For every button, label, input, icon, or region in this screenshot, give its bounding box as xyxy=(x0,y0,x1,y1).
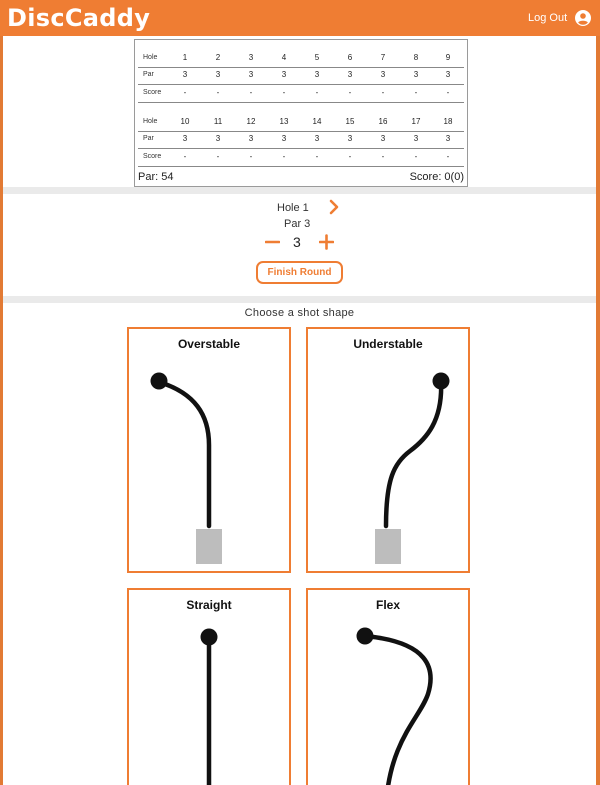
scorecard-cell: 2 xyxy=(215,53,221,62)
scorecard-cell: 3 xyxy=(413,70,419,79)
scorecard-cell: - xyxy=(446,88,450,97)
section-divider xyxy=(3,187,596,194)
scorecard-cell: 18 xyxy=(443,117,453,126)
scorecard: Hole 1 2 3 4 5 6 7 8 9 Par 3 3 3 3 3 3 3 3 3 Score - - - - - - - - - H… xyxy=(134,39,468,187)
scorecard-cell: 3 xyxy=(248,53,254,62)
scorecard-cell: 3 xyxy=(182,134,188,143)
scorecard-totals: Par: 54 Score: 0(0) xyxy=(138,169,464,185)
minus-icon[interactable] xyxy=(265,234,280,250)
scorecard-cell: 3 xyxy=(445,134,451,143)
tee-pad xyxy=(375,529,401,564)
shot-card-understable[interactable]: Understable xyxy=(306,327,470,573)
scorecard-cell: - xyxy=(282,88,286,97)
scorecard-cell: 3 xyxy=(314,70,320,79)
shot-card-flex[interactable]: Flex xyxy=(306,588,470,785)
scorecard-cell: 9 xyxy=(445,53,451,62)
scorecard-cell: - xyxy=(282,152,286,161)
scorecard-cell: 5 xyxy=(314,53,320,62)
scorecard-cell: 11 xyxy=(213,117,223,126)
section-divider xyxy=(3,296,596,303)
scorecard-cell: 3 xyxy=(347,70,353,79)
scorecard-cell: 14 xyxy=(312,117,322,126)
scorecard-cell: - xyxy=(348,152,352,161)
scorecard-cell: 12 xyxy=(246,117,256,126)
scorecard-cell: 3 xyxy=(314,134,320,143)
par-total: Par: 54 xyxy=(138,171,174,183)
scorecard-hole-row: Hole 1 2 3 4 5 6 7 8 9 xyxy=(138,50,464,68)
scorecard-score-row: Score - - - - - - - - - xyxy=(138,149,464,167)
scorecard-cell: - xyxy=(216,88,220,97)
scorecard-row-label: Hole xyxy=(143,54,158,61)
current-par-label: Par 3 xyxy=(284,218,311,230)
scorecard-cell: 3 xyxy=(215,134,221,143)
scorecard-cell: - xyxy=(216,152,220,161)
scorecard-cell: 3 xyxy=(182,70,188,79)
current-hole-label: Hole 1 xyxy=(277,202,309,214)
logout-link[interactable]: Log Out xyxy=(528,12,567,24)
flex-flight-path xyxy=(356,627,433,785)
scorecard-cell: 8 xyxy=(413,53,419,62)
score-total: Score: 0(0) xyxy=(409,171,464,183)
scorecard-cell: 6 xyxy=(347,53,353,62)
scorecard-cell: - xyxy=(249,152,253,161)
shot-card-straight[interactable]: Straight xyxy=(127,588,291,785)
plus-icon[interactable] xyxy=(319,234,334,250)
scorecard-cell: 10 xyxy=(180,117,190,126)
main-content: Hole 1 2 3 4 5 6 7 8 9 Par 3 3 3 3 3 3 3 3 3 Score - - - - - - - - - H… xyxy=(3,36,596,785)
scorecard-row-label: Score xyxy=(143,89,162,96)
scorecard-cell: - xyxy=(249,88,253,97)
scorecard-row-label: Par xyxy=(143,71,154,78)
scorecard-row-label: Score xyxy=(143,153,162,160)
scorecard-cell: - xyxy=(315,88,319,97)
scorecard-cell: 1 xyxy=(182,53,188,62)
scorecard-cell: 13 xyxy=(279,117,289,126)
scorecard-cell: - xyxy=(446,152,450,161)
scorecard-cell: 15 xyxy=(345,117,355,126)
shot-card-overstable[interactable]: Overstable xyxy=(127,327,291,573)
scorecard-cell: 3 xyxy=(413,134,419,143)
account-circle-icon[interactable] xyxy=(575,10,591,26)
scorecard-par-row: Par 3 3 3 3 3 3 3 3 3 xyxy=(138,131,464,149)
finish-round-button[interactable]: Finish Round xyxy=(256,261,343,284)
scorecard-row-label: Par xyxy=(143,135,154,142)
scorecard-cell: - xyxy=(183,152,187,161)
understable-flight-path xyxy=(375,372,450,564)
scorecard-cell: 3 xyxy=(347,134,353,143)
scorecard-cell: 16 xyxy=(378,117,388,126)
hole-score-value: 3 xyxy=(293,234,301,250)
scorecard-cell: - xyxy=(414,88,418,97)
app: DiscCaddy Log Out Hole 1 2 3 4 5 6 7 8 9 Par 3 3 3 3 3 3… xyxy=(0,0,600,785)
overstable-flight-path xyxy=(150,372,222,564)
scorecard-cell: - xyxy=(414,152,418,161)
scorecard-row-label: Hole xyxy=(143,118,158,125)
scorecard-cell: 3 xyxy=(248,134,254,143)
shot-shape-heading: Choose a shot shape xyxy=(244,307,355,319)
app-logo[interactable]: DiscCaddy xyxy=(7,4,150,32)
scorecard-score-row: Score - - - - - - - - - xyxy=(138,85,464,103)
scorecard-cell: - xyxy=(381,88,385,97)
scorecard-hole-row: Hole 10 11 12 13 14 15 16 17 18 xyxy=(138,114,464,132)
scorecard-cell: 3 xyxy=(215,70,221,79)
straight-flight-path xyxy=(200,628,218,785)
tee-pad xyxy=(196,529,222,564)
scorecard-cell: - xyxy=(315,152,319,161)
scorecard-cell: 17 xyxy=(411,117,421,126)
scorecard-cell: 3 xyxy=(380,134,386,143)
scorecard-cell: 3 xyxy=(281,70,287,79)
scorecard-cell: 7 xyxy=(380,53,386,62)
scorecard-cell: 3 xyxy=(248,70,254,79)
scorecard-cell: - xyxy=(381,152,385,161)
chevron-right-icon[interactable] xyxy=(328,199,340,215)
scorecard-cell: 3 xyxy=(380,70,386,79)
scorecard-cell: 3 xyxy=(445,70,451,79)
scorecard-cell: - xyxy=(183,88,187,97)
header: DiscCaddy Log Out xyxy=(0,0,600,36)
scorecard-cell: - xyxy=(348,88,352,97)
scorecard-par-row: Par 3 3 3 3 3 3 3 3 3 xyxy=(138,67,464,85)
scorecard-cell: 4 xyxy=(281,53,287,62)
scorecard-cell: 3 xyxy=(281,134,287,143)
